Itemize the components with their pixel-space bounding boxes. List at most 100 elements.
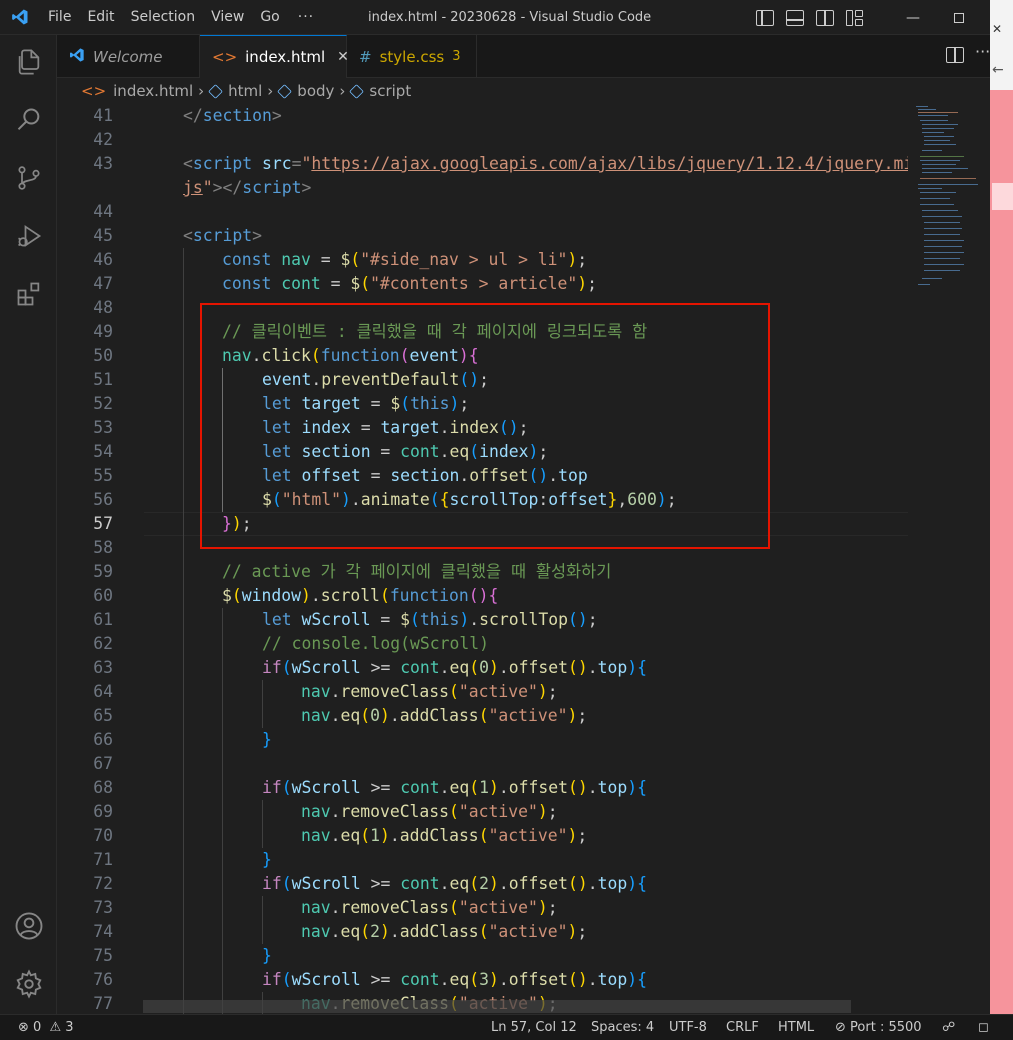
line-number-label: 51 [93, 370, 113, 389]
minimap-line [920, 120, 948, 121]
line-number-label: 52 [93, 394, 113, 413]
adjacent-window [990, 0, 1013, 1014]
toggle-secondary-sidebar-icon[interactable] [816, 9, 834, 26]
indentation[interactable]: Spaces: 4 [591, 1015, 654, 1040]
breadcrumb-script[interactable]: script [349, 82, 412, 100]
line-number-label: 64 [93, 682, 113, 701]
minimap-line [918, 184, 978, 185]
menu-more-icon[interactable]: ··· [288, 9, 324, 25]
minimap-line [922, 164, 956, 165]
tab-style-css[interactable]: # style.css 3 [347, 35, 477, 78]
language-mode[interactable]: HTML [778, 1015, 814, 1040]
vscode-icon [69, 47, 85, 67]
minimap-line [920, 160, 960, 161]
end-of-line[interactable]: CRLF [726, 1015, 759, 1040]
minimap-line [922, 124, 958, 125]
tab-index-html[interactable]: <> index.html ✕ [200, 35, 349, 78]
minimap-line [922, 150, 942, 151]
minimap-line [924, 270, 960, 271]
minimap-line [920, 156, 964, 157]
close-icon[interactable]: ✕ [992, 22, 1002, 36]
menu-view[interactable]: View [203, 0, 252, 35]
line-number-label: 77 [93, 994, 113, 1013]
minimap-line [922, 210, 958, 211]
extensions-icon[interactable] [12, 277, 46, 311]
problems-indicator[interactable]: ⊗ 0 ⚠ 3 [18, 1015, 74, 1040]
layout-controls [756, 0, 864, 35]
vscode-logo-icon[interactable] [0, 0, 40, 35]
minimap[interactable] [908, 104, 990, 1014]
search-icon[interactable] [12, 103, 46, 137]
menu-file[interactable]: File [40, 0, 79, 35]
line-number-label: 43 [93, 154, 113, 173]
minimap-line [922, 172, 952, 173]
run-debug-icon[interactable] [12, 219, 46, 253]
error-icon: ⊗ [18, 1020, 29, 1035]
html-icon: <> [212, 48, 238, 66]
maximize-icon[interactable] [936, 0, 982, 35]
explorer-icon[interactable] [12, 45, 46, 79]
block-icon: ⊘ [835, 1020, 846, 1035]
feedback-icon[interactable]: ☍ [942, 1015, 955, 1040]
line-number-label: 57 [93, 514, 113, 533]
line-number-label: 42 [93, 130, 113, 149]
more-actions-icon[interactable]: ··· [975, 42, 990, 61]
line-number-label: 68 [93, 778, 113, 797]
line-number-label: 76 [93, 970, 113, 989]
menu-selection[interactable]: Selection [123, 0, 204, 35]
minimap-line [918, 284, 930, 285]
minimap-line [916, 106, 928, 107]
line-number-label: 69 [93, 802, 113, 821]
live-server-port[interactable]: ⊘ Port : 5500 [835, 1015, 922, 1040]
back-arrow-icon[interactable]: ← [992, 62, 1004, 78]
cursor-position[interactable]: Ln 57, Col 12 [491, 1015, 577, 1040]
breadcrumb-html[interactable]: html [208, 82, 262, 100]
line-number-label: 46 [93, 250, 113, 269]
error-count: 0 [33, 1020, 42, 1035]
minimap-line [924, 264, 964, 265]
line-number-label: 58 [93, 538, 113, 557]
chevron-right-icon: › [198, 82, 205, 100]
tab-label: index.html [245, 48, 326, 66]
html-icon: <> [81, 82, 107, 100]
line-number-label: 55 [93, 466, 113, 485]
symbol-icon [208, 83, 223, 99]
toggle-panel-icon[interactable] [786, 9, 804, 26]
minimize-icon[interactable]: — [890, 0, 936, 35]
line-number-label: 67 [93, 754, 113, 773]
minimap-line [918, 109, 936, 110]
menu-go[interactable]: Go [252, 0, 287, 35]
breadcrumb-file[interactable]: <> index.html [81, 82, 193, 100]
indent-guide [222, 608, 223, 1014]
minimap-line [920, 198, 950, 199]
manage-gear-icon[interactable] [12, 967, 46, 1001]
line-number-label: 50 [93, 346, 113, 365]
code-editor[interactable]: 41 42 43 44 45 46 47 48 49 50 51 52 53 54 55 56 57 58 59 60… [57, 104, 908, 1014]
line-number-label: 73 [93, 898, 113, 917]
toggle-primary-sidebar-icon[interactable] [756, 9, 774, 26]
minimap-line [922, 216, 962, 217]
minimap-line [922, 132, 944, 133]
chevron-right-icon: › [339, 82, 346, 100]
tab-welcome[interactable]: Welcome [57, 35, 200, 78]
line-number-label: 48 [93, 298, 113, 317]
line-number-label: 66 [93, 730, 113, 749]
horizontal-scrollbar[interactable] [143, 1000, 851, 1013]
tab-label: Welcome [93, 47, 163, 66]
account-icon[interactable] [12, 909, 46, 943]
customize-layout-icon[interactable] [846, 9, 864, 26]
menu-edit[interactable]: Edit [79, 0, 122, 35]
minimap-line [920, 178, 976, 179]
split-editor-icon[interactable] [946, 47, 964, 63]
source-control-icon[interactable] [12, 161, 46, 195]
symbol-icon [349, 83, 365, 99]
breadcrumb-label: script [369, 82, 412, 100]
line-number-label: 62 [93, 634, 113, 653]
adjacent-window-highlight [992, 183, 1013, 210]
encoding[interactable]: UTF-8 [669, 1015, 707, 1040]
line-number-label: 47 [93, 274, 113, 293]
indent-guide [262, 680, 263, 728]
breadcrumb-body[interactable]: body [277, 82, 334, 100]
notifications-icon[interactable]: ◻ [978, 1015, 989, 1040]
line-number-label: 63 [93, 658, 113, 677]
